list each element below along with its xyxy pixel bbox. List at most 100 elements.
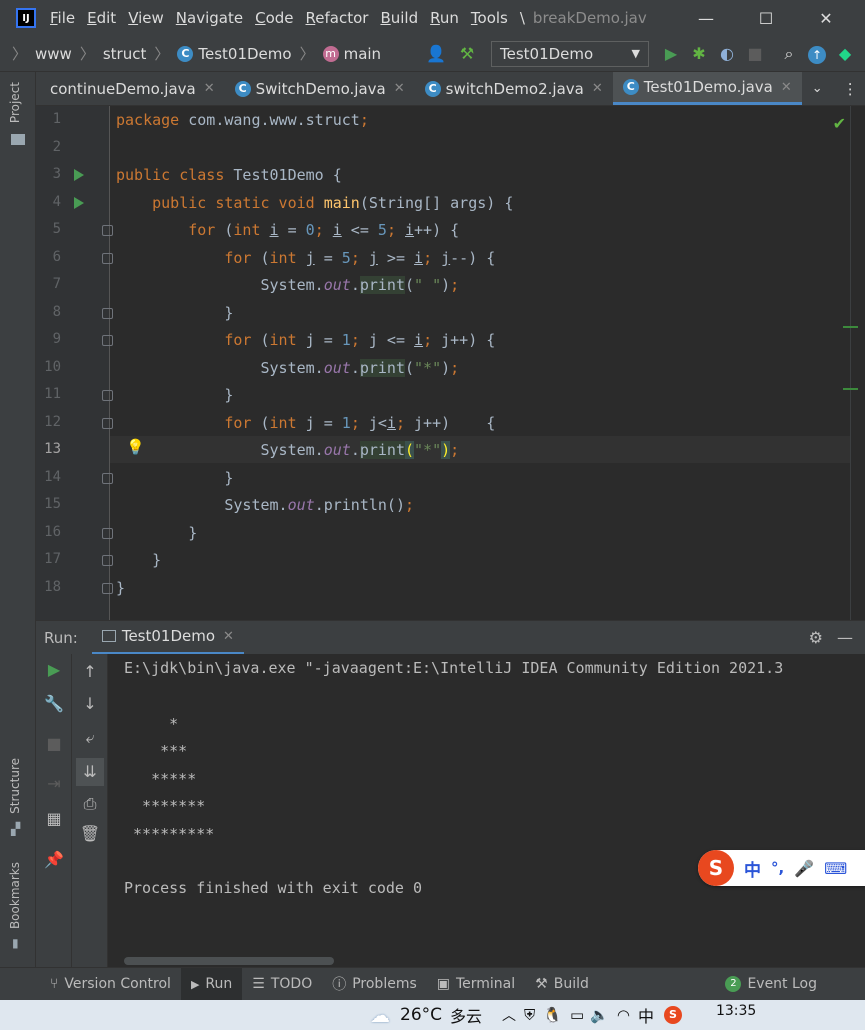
tab-switchdemo[interactable]: C SwitchDemo.java ✕ [225,72,415,105]
stop-icon[interactable]: ■ [36,734,72,753]
stop-icon[interactable]: ■ [741,44,769,63]
fold-marker-icon[interactable] [102,528,113,539]
menu-code[interactable]: Code [255,9,293,27]
menu-edit-label: dit [96,9,117,27]
todo-tool-button[interactable]: ☰ TODO [242,968,322,1001]
version-control-tool-button[interactable]: ⑂ Version Control [0,968,181,1001]
tab-switchdemo2[interactable]: C switchDemo2.java ✕ [415,72,613,105]
qq-icon[interactable]: 🐧 [543,1006,562,1024]
sogou-logo-icon[interactable]: S [698,850,734,886]
editor-scrollbar[interactable] [843,106,865,620]
menu-edit[interactable]: Edit [87,9,116,27]
problems-tool-button[interactable]: ⓘ Problems [322,968,427,1001]
breadcrumb-class[interactable]: C Test01Demo [177,44,292,63]
fold-marker-icon[interactable] [102,390,113,401]
breadcrumb-method[interactable]: m main [322,45,381,63]
menu-overflow[interactable]: \ [520,9,525,27]
code-editor[interactable]: 1 2 3 4 5 6 7 8 9 10 11 12 13 14 15 16 1… [36,106,850,620]
ime-punctuation-toggle[interactable]: °, [771,859,784,877]
clock-time[interactable]: 13:35 [716,1003,756,1019]
more-options-icon[interactable]: ⋮ [833,72,865,105]
hide-panel-icon[interactable]: — [837,628,853,647]
coverage-icon[interactable]: ◐ [713,44,741,63]
menu-tools[interactable]: Tools [471,9,508,27]
fold-marker-icon[interactable] [102,308,113,319]
fold-marker-icon[interactable] [102,418,113,429]
layout-icon[interactable]: ▦ [36,809,72,828]
security-shield-icon[interactable]: ⛨ [524,1006,535,1024]
close-icon[interactable]: ✕ [592,81,603,96]
breadcrumb-struct[interactable]: struct [103,45,147,63]
arrow-down-icon[interactable]: ↓ [72,694,108,713]
pin-icon[interactable]: 📌 [36,850,72,869]
console-horizontal-scrollbar[interactable] [124,957,334,965]
rerun-icon[interactable]: ▶ [36,660,72,679]
run-gutter-icon[interactable] [74,169,84,181]
fold-marker-icon[interactable] [102,473,113,484]
bookmarks-panel-tab[interactable]: Bookmarks [8,862,22,929]
ime-language-toggle[interactable]: 中 [744,856,761,881]
ime-language-indicator[interactable]: 中 [638,1003,654,1027]
wifi-icon[interactable]: ◠ [617,1006,630,1024]
fold-marker-icon[interactable] [102,335,113,346]
close-icon[interactable]: ✕ [204,81,215,96]
menu-file[interactable]: File [50,9,75,27]
menu-refactor[interactable]: Refactor [306,9,369,27]
console-output[interactable]: E:\jdk\bin\java.exe "-javaagent:E:\Intel… [108,654,865,967]
menu-run[interactable]: Run [430,9,459,27]
plugin-logo-icon[interactable]: ◆ [831,44,859,63]
wrench-icon[interactable]: 🔧 [36,694,72,713]
fold-marker-icon[interactable] [102,253,113,264]
microphone-icon[interactable]: 🎤 [794,859,814,878]
breadcrumb-www[interactable]: www [35,45,72,63]
tab-continuedemo[interactable]: continueDemo.java ✕ [36,72,225,105]
fold-marker-icon[interactable] [102,225,113,236]
debug-icon[interactable]: ✱ [685,44,713,63]
soft-wrap-icon[interactable]: ⤶ [72,728,108,748]
search-icon[interactable]: ⌕ [775,44,803,64]
gear-icon[interactable]: ⚙ [809,628,823,647]
close-icon[interactable]: ✕ [223,629,234,644]
change-marker [843,388,858,390]
fold-marker-icon[interactable] [102,555,113,566]
close-window-button[interactable]: ✕ [811,9,841,28]
event-log-tool-button[interactable]: 2 Event Log [715,968,827,1001]
menu-navigate[interactable]: Navigate [176,9,243,27]
build-tool-button[interactable]: ⚒ Build [525,968,599,1001]
fold-marker-icon[interactable] [102,583,113,594]
project-panel-tab[interactable]: Project [8,82,22,123]
weather-temperature[interactable]: 26°C [400,1005,442,1025]
breadcrumb-class-label: Test01Demo [198,44,292,63]
terminal-tool-button[interactable]: ▣ Terminal [427,968,525,1001]
run-tool-button[interactable]: ▶ Run [180,967,243,1001]
no-problems-check-icon[interactable]: ✔ [833,114,846,133]
trash-icon[interactable]: 🗑 [72,824,108,843]
ime-floating-toolbar[interactable]: S 中 °, 🎤 ⌨ [698,850,865,886]
menu-view[interactable]: View [128,9,164,27]
build-hammer-icon[interactable]: ⚒ [453,44,481,63]
tab-list-chevron-down-icon[interactable]: ⌄ [802,72,833,105]
battery-icon[interactable]: ▭ [570,1006,584,1024]
menu-build[interactable]: Build [380,9,418,27]
arrow-up-icon[interactable]: ↑ [72,662,108,681]
weather-description[interactable]: 多云 [450,1003,482,1027]
exit-icon[interactable]: ⇥ [36,774,72,793]
run-icon[interactable]: ▶ [657,44,685,63]
keyboard-icon[interactable]: ⌨ [824,859,847,878]
sogou-tray-icon[interactable]: S [663,1006,682,1024]
tab-test01demo[interactable]: C Test01Demo.java ✕ [612,72,802,105]
update-icon[interactable]: ↑ [803,44,831,64]
close-icon[interactable]: ✕ [781,80,792,95]
close-icon[interactable]: ✕ [394,81,405,96]
minimize-button[interactable]: — [691,9,721,28]
maximize-button[interactable]: ☐ [751,9,781,28]
volume-icon[interactable]: 🔈 [590,1006,609,1024]
scroll-to-end-icon[interactable]: ⇊ [76,758,104,786]
print-icon[interactable]: ⎙ [72,794,108,814]
chevron-up-icon[interactable]: ︿ [502,1005,516,1025]
run-gutter-icon[interactable] [74,197,84,209]
structure-panel-tab[interactable]: Structure [8,758,22,814]
run-tab-test01demo[interactable]: Test01Demo ✕ [91,621,244,655]
user-icon[interactable]: 👤 [419,44,453,63]
run-configuration-dropdown[interactable]: Test01Demo ▼ [491,40,649,67]
